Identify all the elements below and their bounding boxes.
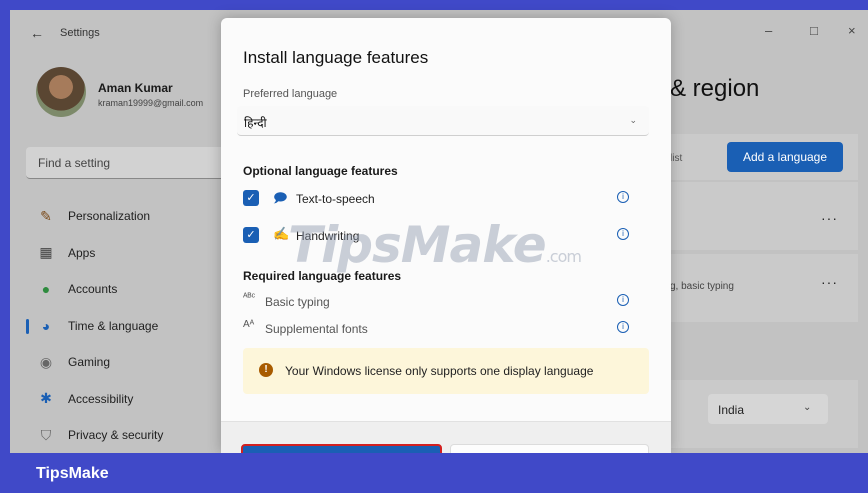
sidebar-item[interactable]: ✱ Accessibility (24, 381, 244, 418)
info-icon[interactable]: i (617, 191, 629, 203)
user-name: Aman Kumar (98, 81, 173, 95)
preferred-language-label: Preferred language (243, 88, 338, 100)
accounts-icon: ● (41, 281, 51, 298)
brand-name: TipsMake (36, 465, 109, 482)
avatar (36, 67, 86, 117)
sidebar-item-label: Apps (68, 245, 96, 260)
preferred-language-value: हिन्दी (244, 116, 267, 130)
sidebar-item[interactable]: ⛉ Privacy & security (24, 417, 244, 453)
text-to-speech-icon: 🗩 (273, 190, 288, 205)
maximize-icon[interactable]: □ (810, 23, 818, 38)
search-input[interactable]: Find a setting (26, 147, 246, 179)
install-button[interactable] (241, 444, 442, 453)
sidebar-item[interactable]: ▦ Apps (24, 235, 244, 272)
shield-icon: ⛉ (40, 426, 52, 443)
optional-feature-row[interactable]: ✓ 🗩 Text-to-speech i (243, 189, 643, 209)
warning-text: Your Windows license only supports one d… (285, 364, 594, 378)
paintbrush-icon: ✎ (40, 207, 52, 224)
country-select[interactable]: India ⌄ (708, 394, 828, 424)
globe-clock-icon: ◕ (41, 317, 51, 334)
sidebar-item[interactable]: ✎ Personalization (24, 198, 244, 235)
required-feature-row: ᴬᴮᶜ Basic typing i (243, 292, 643, 312)
sidebar-item-label: Gaming (68, 355, 111, 370)
chevron-down-icon: ⌄ (629, 115, 637, 125)
info-icon[interactable]: i (617, 228, 629, 240)
chevron-down-icon: ⌄ (803, 402, 812, 413)
gamepad-icon: ◉ (39, 353, 53, 370)
apps-icon: ▦ (39, 244, 53, 261)
feature-label: Text-to-speech (296, 192, 375, 206)
checkbox[interactable]: ✓ (243, 227, 259, 243)
watermark-text: TipsMake (288, 216, 547, 274)
watermark-logo: TipsMake.com (288, 216, 582, 274)
search-placeholder: Find a setting (38, 156, 111, 170)
more-options-icon[interactable]: ··· (821, 274, 838, 290)
warning-icon: ! (259, 363, 273, 377)
selection-indicator (26, 318, 29, 334)
dialog-title: Install language features (243, 48, 429, 67)
license-warning: ! Your Windows license only supports one… (243, 348, 649, 394)
sidebar-item-label: Personalization (68, 209, 151, 224)
languages-list-text: list (670, 153, 683, 164)
optional-features-heading: Optional language features (243, 164, 398, 178)
feature-label: Basic typing (265, 295, 330, 309)
info-icon[interactable]: i (617, 321, 629, 333)
sidebar-item[interactable]: ● Accounts (24, 271, 244, 308)
dialog-footer (221, 421, 671, 453)
preferred-language-select[interactable]: हिन्दी ⌄ (237, 106, 649, 136)
brand-footer: TipsMake (0, 453, 868, 493)
back-arrow-icon[interactable]: ← (30, 25, 44, 41)
info-icon[interactable]: i (617, 294, 629, 306)
sidebar-item[interactable]: ◕ Time & language (24, 308, 244, 345)
app-title: Settings (60, 27, 100, 39)
language-card[interactable]: ··· (670, 182, 858, 250)
cancel-button[interactable] (450, 444, 649, 453)
sidebar-item-label: Accounts (68, 282, 118, 297)
user-email: kraman19999@gmail.com (98, 98, 204, 108)
required-feature-row: Aᴬ Supplemental fonts i (243, 319, 643, 339)
minimize-icon[interactable]: – (765, 23, 772, 38)
sidebar-item[interactable]: ◉ Gaming (24, 344, 244, 381)
sidebar-item-label: Privacy & security (68, 428, 164, 443)
feature-label: Supplemental fonts (265, 322, 368, 336)
country-value: India (718, 403, 745, 417)
handwriting-icon: ✍ (273, 226, 290, 241)
more-options-icon[interactable]: ··· (821, 210, 838, 226)
language-card[interactable]: g, basic typing ··· (670, 254, 858, 322)
add-language-button[interactable]: Add a language (727, 142, 843, 172)
fonts-icon: Aᴬ (243, 319, 255, 330)
language-card-subtext: g, basic typing (670, 281, 734, 292)
checkbox[interactable]: ✓ (243, 190, 259, 206)
basic-typing-icon: ᴬᴮᶜ (243, 292, 256, 303)
accessibility-icon: ✱ (40, 390, 52, 407)
page-title: & region (670, 75, 760, 102)
watermark-suffix: .com (545, 247, 582, 266)
sidebar-nav: ✎ Personalization ▦ Apps ● Accounts ◕ Time & la… (24, 198, 244, 453)
sidebar-item-label: Accessibility (68, 391, 134, 406)
sidebar-item-label: Time & language (68, 318, 159, 333)
close-icon[interactable]: × (848, 23, 856, 38)
